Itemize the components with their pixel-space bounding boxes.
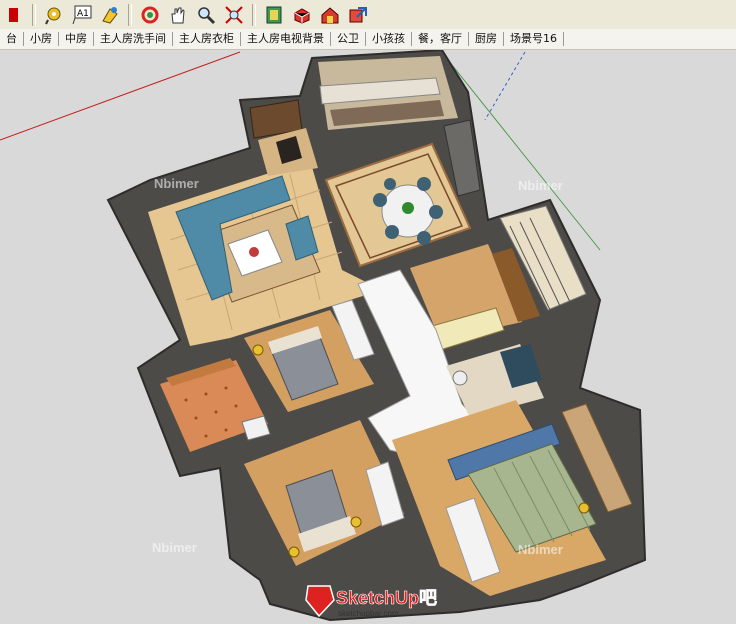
scene-tab[interactable]: 公卫: [331, 32, 366, 46]
scene-tab[interactable]: 主人房电视背景: [241, 32, 331, 46]
paint-bucket-icon[interactable]: [1, 2, 27, 28]
watermark-text: Nbimer: [154, 176, 199, 191]
toolbar: A1: [0, 0, 736, 30]
scene-tab[interactable]: 餐，客厅: [412, 32, 469, 46]
blue-axis-line: [484, 51, 526, 121]
paint-icon[interactable]: [97, 2, 123, 28]
toilet: [452, 370, 468, 386]
toolbar-separator: [252, 3, 256, 26]
warehouse-icon[interactable]: [317, 2, 343, 28]
zoom-icon[interactable]: [193, 2, 219, 28]
coffee-table-decor: [249, 247, 259, 257]
scene-tab[interactable]: 小房: [24, 32, 59, 46]
watermark-text: Nbimer: [518, 542, 563, 557]
scene-tab[interactable]: 厨房: [469, 32, 504, 46]
pan-icon[interactable]: [165, 2, 191, 28]
watermark-text: Nbimer: [152, 540, 197, 555]
tape-measure-icon[interactable]: [41, 2, 67, 28]
logo-url: sketchupbar.com: [338, 609, 399, 618]
sketchup-bar-logo: SketchUp吧 sketchupbar.com: [304, 582, 442, 620]
floor-plan-model[interactable]: Nbimer Nbimer Nbimer Nbimer: [0, 50, 736, 624]
red-axis-line: [0, 51, 241, 141]
map-icon[interactable]: [261, 2, 287, 28]
export-icon[interactable]: [345, 2, 371, 28]
component-icon[interactable]: [289, 2, 315, 28]
scene-tab[interactable]: 主人房衣柜: [173, 32, 241, 46]
toolbar-separator: [32, 3, 36, 26]
model-viewport[interactable]: Nbimer Nbimer Nbimer Nbimer: [0, 50, 736, 624]
text-icon[interactable]: A1: [69, 2, 95, 28]
orbit-icon[interactable]: [137, 2, 163, 28]
dining-table-plant: [402, 202, 414, 214]
scene-tab[interactable]: 小孩孩: [366, 32, 412, 46]
bedroom-three-lamp-right: [350, 516, 362, 528]
scene-tabs: 台小房 中房 主人房洗手间 主人房衣柜 主人房电视背景 公卫 小孩孩 餐，客厅 厨房 场景号16: [0, 29, 736, 50]
toolbar-separator: [128, 3, 132, 26]
master-bedroom-lamp: [578, 502, 590, 514]
scene-tab[interactable]: 主人房洗手间: [94, 32, 173, 46]
scene-tab[interactable]: 台: [0, 32, 24, 46]
watermark-text: Nbimer: [518, 178, 563, 193]
zoom-extents-icon[interactable]: [221, 2, 247, 28]
logo-text: SketchUp吧: [336, 588, 437, 608]
bedroom-three-lamp: [288, 546, 300, 558]
logo-mark: [305, 585, 335, 618]
bedroom-two-lamp: [252, 344, 264, 356]
scene-tab[interactable]: 中房: [59, 32, 94, 46]
text-tool-label: A1: [77, 9, 89, 19]
scene-tab[interactable]: 场景号16: [504, 32, 564, 46]
